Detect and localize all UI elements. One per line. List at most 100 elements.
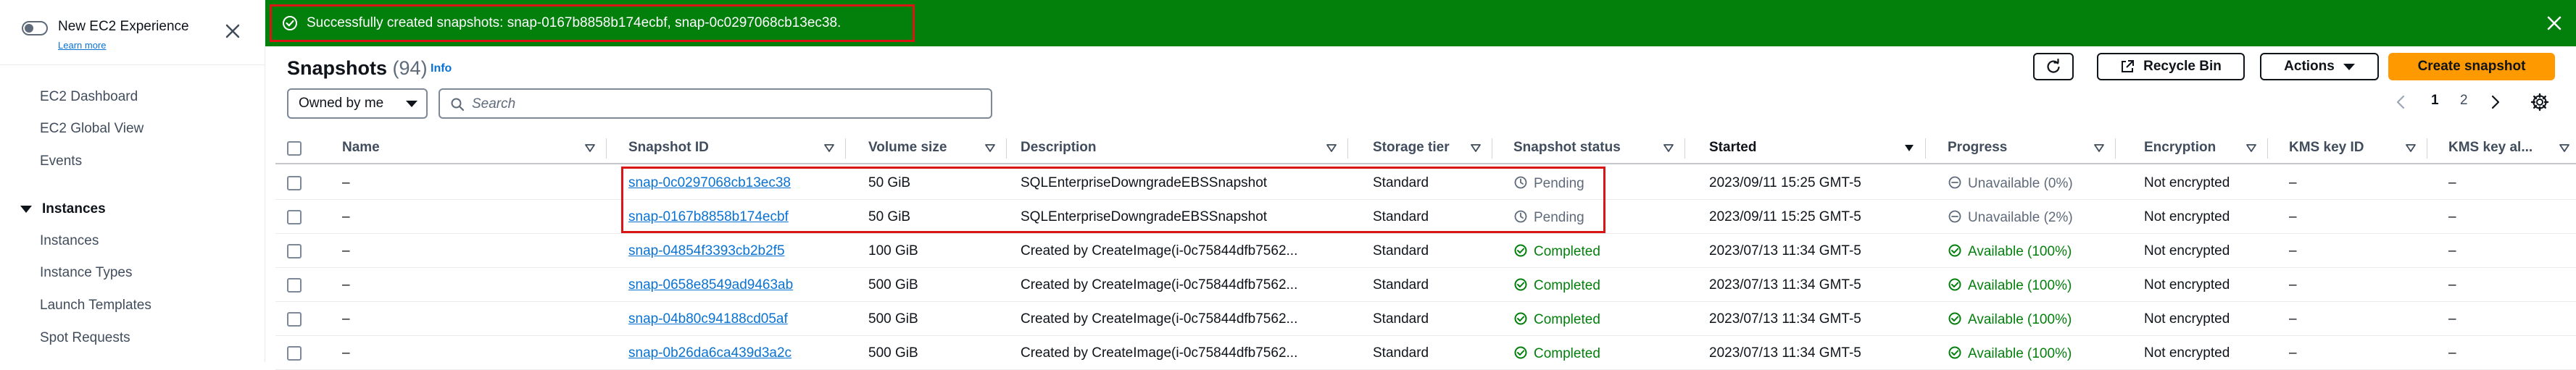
learn-more-link[interactable]: Learn more bbox=[58, 40, 106, 51]
table-row[interactable]: – snap-04b80c94188cd05af 500 GiB Created by… bbox=[275, 302, 2576, 336]
next-page-icon[interactable] bbox=[2490, 94, 2501, 110]
cell-name: – bbox=[342, 277, 350, 293]
success-message-box: Successfully created snapshots: snap-016… bbox=[270, 4, 915, 42]
actions-dropdown[interactable]: Actions bbox=[2260, 53, 2379, 80]
sort-icon[interactable] bbox=[2405, 143, 2417, 154]
sort-descending-icon[interactable] bbox=[1903, 143, 1915, 154]
success-check-icon bbox=[1948, 278, 1961, 291]
owner-filter-select[interactable]: Owned by me bbox=[287, 88, 428, 119]
sidebar-item-launch-templates[interactable]: Launch Templates bbox=[40, 298, 151, 314]
table-row[interactable]: – snap-0b26da6ca439d3a2c 500 GiB Created by… bbox=[275, 336, 2576, 370]
sidebar-item-ec2-dashboard[interactable]: EC2 Dashboard bbox=[40, 89, 138, 105]
cell-storage-tier: Standard bbox=[1373, 175, 1429, 190]
snapshot-id-link[interactable]: snap-04b80c94188cd05af bbox=[628, 311, 788, 327]
sidebar-item-instance-types[interactable]: Instance Types bbox=[40, 265, 132, 281]
page-2-button[interactable]: 2 bbox=[2460, 93, 2468, 109]
table-row[interactable]: – snap-0658e8549ad9463ab 500 GiB Created by… bbox=[275, 268, 2576, 302]
page-1-button[interactable]: 1 bbox=[2431, 93, 2439, 109]
cell-volume-size: 50 GiB bbox=[868, 209, 911, 224]
cell-volume-size: 50 GiB bbox=[868, 175, 911, 190]
cell-storage-tier: Standard bbox=[1373, 243, 1429, 258]
snapshot-id-link[interactable]: snap-0658e8549ad9463ab bbox=[628, 277, 793, 293]
column-header-name[interactable]: Name bbox=[342, 140, 380, 156]
success-message: Successfully created snapshots: snap-016… bbox=[307, 15, 842, 30]
column-header-snapshot-id[interactable]: Snapshot ID bbox=[628, 140, 709, 156]
clock-icon bbox=[1514, 176, 1527, 189]
column-header-volume-size[interactable]: Volume size bbox=[868, 140, 947, 156]
cell-kms-key-id: – bbox=[2289, 175, 2297, 190]
cell-encryption: Not encrypted bbox=[2144, 175, 2230, 190]
sidebar-item-ec2-global-view[interactable]: EC2 Global View bbox=[40, 121, 144, 137]
select-all-checkbox[interactable] bbox=[287, 141, 302, 156]
new-experience-toggle[interactable] bbox=[22, 21, 48, 35]
cell-kms-key-alias: – bbox=[2448, 311, 2456, 327]
row-checkbox[interactable] bbox=[287, 176, 302, 190]
sidebar-item-spot-requests[interactable]: Spot Requests bbox=[40, 330, 130, 346]
sort-icon[interactable] bbox=[984, 143, 996, 154]
settings-gear-icon[interactable] bbox=[2530, 93, 2549, 112]
sidebar-item-events[interactable]: Events bbox=[40, 154, 82, 169]
cell-started: 2023/09/11 15:25 GMT-5 bbox=[1709, 209, 1861, 224]
cell-kms-key-alias: – bbox=[2448, 243, 2456, 258]
cell-started: 2023/07/13 11:34 GMT-5 bbox=[1709, 243, 1861, 258]
column-header-progress[interactable]: Progress bbox=[1948, 140, 2007, 156]
sort-icon[interactable] bbox=[1326, 143, 1337, 154]
search-field[interactable] bbox=[439, 88, 992, 119]
success-check-icon bbox=[1514, 346, 1527, 359]
column-header-description[interactable]: Description bbox=[1021, 140, 1097, 156]
snapshot-id-link[interactable]: snap-0c0297068cb13ec38 bbox=[628, 175, 791, 191]
column-header-encryption[interactable]: Encryption bbox=[2144, 140, 2216, 156]
cell-snapshot-status: Pending bbox=[1513, 175, 1584, 192]
sidebar-item-instances[interactable]: Instances bbox=[40, 233, 99, 249]
snapshot-id-link[interactable]: snap-04854f3393cb2b2f5 bbox=[628, 243, 785, 259]
cell-name: – bbox=[342, 209, 350, 224]
cell-progress: Available (100%) bbox=[1948, 311, 2072, 328]
cell-started: 2023/09/11 15:25 GMT-5 bbox=[1709, 175, 1861, 190]
cell-encryption: Not encrypted bbox=[2144, 277, 2230, 293]
refresh-button[interactable] bbox=[2033, 53, 2074, 80]
create-snapshot-button[interactable]: Create snapshot bbox=[2388, 53, 2555, 80]
row-checkbox[interactable] bbox=[287, 210, 302, 224]
cell-snapshot-status: Completed bbox=[1513, 311, 1600, 328]
success-check-icon bbox=[1514, 278, 1527, 291]
cell-progress: Available (100%) bbox=[1948, 345, 2072, 362]
cell-name: – bbox=[342, 345, 350, 361]
unavailable-icon bbox=[1948, 210, 1961, 223]
success-check-icon bbox=[1948, 244, 1961, 257]
column-header-kms-key-alias[interactable]: KMS key al... bbox=[2448, 140, 2533, 156]
sort-icon[interactable] bbox=[2245, 143, 2257, 154]
table-row[interactable]: – snap-0167b8858b174ecbf 50 GiB SQLEnterpri… bbox=[275, 200, 2576, 234]
snapshot-id-link[interactable]: snap-0167b8858b174ecbf bbox=[628, 209, 789, 225]
search-input[interactable] bbox=[472, 94, 979, 114]
recycle-bin-button[interactable]: Recycle Bin bbox=[2097, 53, 2245, 80]
info-link[interactable]: Info bbox=[431, 62, 452, 75]
column-header-storage-tier[interactable]: Storage tier bbox=[1373, 140, 1450, 156]
previous-page-icon[interactable] bbox=[2396, 94, 2406, 110]
sidebar-header: New EC2 Experience Learn more bbox=[0, 0, 265, 65]
cell-kms-key-id: – bbox=[2289, 277, 2297, 293]
close-icon[interactable] bbox=[223, 22, 242, 41]
row-checkbox[interactable] bbox=[287, 244, 302, 258]
sort-icon[interactable] bbox=[2093, 143, 2105, 154]
table-row[interactable]: – snap-04854f3393cb2b2f5 100 GiB Created by… bbox=[275, 234, 2576, 268]
cell-description: Created by CreateImage(i-0c75844dfb7562.… bbox=[1021, 345, 1298, 361]
row-checkbox[interactable] bbox=[287, 346, 302, 361]
caret-down-icon bbox=[406, 101, 417, 107]
sort-icon[interactable] bbox=[823, 143, 835, 154]
sort-icon[interactable] bbox=[584, 143, 596, 154]
table-row[interactable]: – snap-0c0297068cb13ec38 50 GiB SQLEnterpri… bbox=[275, 166, 2576, 200]
cell-progress: Available (100%) bbox=[1948, 277, 2072, 294]
column-header-snapshot-status[interactable]: Snapshot status bbox=[1513, 140, 1621, 156]
column-header-kms-key-id[interactable]: KMS key ID bbox=[2289, 140, 2364, 156]
snapshot-id-link[interactable]: snap-0b26da6ca439d3a2c bbox=[628, 345, 792, 361]
row-checkbox[interactable] bbox=[287, 312, 302, 327]
sort-icon[interactable] bbox=[1470, 143, 1482, 154]
sidebar-section-instances[interactable]: Instances bbox=[20, 201, 106, 217]
cell-encryption: Not encrypted bbox=[2144, 311, 2230, 327]
cell-progress: Available (100%) bbox=[1948, 243, 2072, 260]
row-checkbox[interactable] bbox=[287, 278, 302, 293]
sort-icon[interactable] bbox=[1663, 143, 1674, 154]
close-icon[interactable] bbox=[2546, 14, 2563, 32]
column-header-started[interactable]: Started bbox=[1709, 140, 1756, 156]
sort-icon[interactable] bbox=[2559, 143, 2570, 154]
